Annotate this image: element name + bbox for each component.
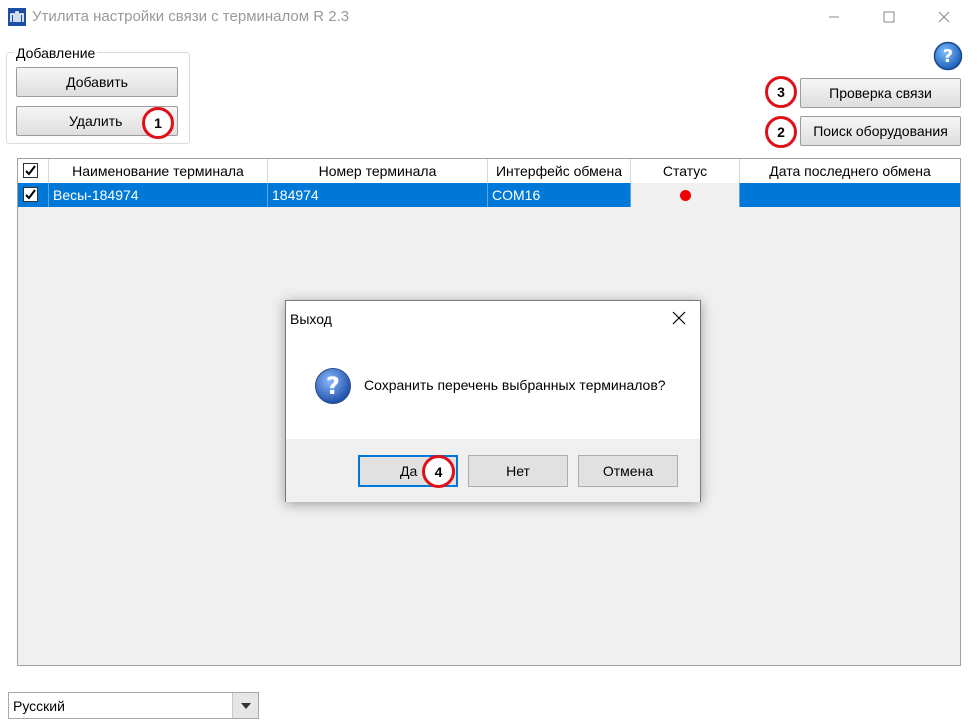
cancel-button[interactable]: Отмена: [578, 455, 678, 487]
column-header-name[interactable]: Наименование терминала: [49, 159, 268, 183]
exit-dialog: Выход ? Сохранить перечень выбранных тер…: [285, 300, 701, 502]
check-icon: [25, 165, 36, 176]
dropdown-arrow-button[interactable]: [232, 693, 258, 718]
cell-last-exchange[interactable]: [740, 183, 960, 207]
column-header-last-exchange[interactable]: Дата последнего обмена: [740, 159, 960, 183]
status-red-dot-icon: [680, 190, 691, 201]
cell-status[interactable]: [631, 183, 740, 207]
check-connection-button[interactable]: Проверка связи: [800, 78, 961, 108]
language-select[interactable]: Русский: [8, 692, 259, 719]
row-checkbox[interactable]: [23, 187, 38, 202]
yes-button-label: Да: [400, 463, 418, 479]
maximize-button[interactable]: [866, 0, 912, 34]
close-window-button[interactable]: [921, 0, 967, 34]
cell-number[interactable]: 184974: [268, 183, 488, 207]
no-button[interactable]: Нет: [468, 455, 568, 487]
header-checkbox-cell: [18, 159, 49, 183]
minimize-button[interactable]: [811, 0, 857, 34]
title-bar: Утилита настройки связи с терминалом R 2…: [0, 0, 977, 34]
close-icon: [672, 311, 686, 325]
marker-1: 1: [142, 107, 174, 139]
svg-text:?: ?: [326, 372, 340, 400]
marker-4: 4: [422, 455, 455, 488]
question-icon: ?: [315, 368, 351, 404]
select-all-checkbox[interactable]: [23, 163, 38, 178]
search-equipment-button[interactable]: Поиск оборудования: [800, 116, 961, 146]
column-header-status[interactable]: Статус: [631, 159, 740, 183]
dialog-title: Выход: [290, 311, 332, 327]
svg-text:?: ?: [943, 46, 953, 67]
dialog-footer: Да Нет Отмена: [286, 439, 700, 502]
marker-3: 3: [765, 76, 797, 108]
delete-button-label: Удалить: [69, 113, 123, 129]
column-header-interface[interactable]: Интерфейс обмена: [488, 159, 631, 183]
dialog-close-button[interactable]: [668, 307, 690, 329]
add-group-label: Добавление: [14, 45, 98, 61]
check-icon: [25, 189, 36, 200]
close-icon: [938, 11, 950, 23]
window-title: Утилита настройки связи с терминалом R 2…: [32, 8, 350, 25]
table-header: Наименование терминала Номер терминала И…: [18, 159, 960, 184]
dialog-message: Сохранить перечень выбранных терминалов?: [364, 377, 666, 393]
row-checkbox-cell: [18, 183, 49, 207]
cell-interface[interactable]: COM16: [488, 183, 631, 207]
chevron-down-icon: [240, 702, 251, 709]
minimize-icon: [829, 16, 839, 18]
maximize-icon: [883, 11, 895, 23]
app-terminal-icon: [8, 8, 26, 26]
add-button[interactable]: Добавить: [16, 67, 178, 97]
marker-2: 2: [765, 116, 797, 148]
help-icon[interactable]: ?: [933, 41, 963, 71]
table-row[interactable]: Весы-184974 184974 COM16: [18, 183, 960, 207]
column-header-number[interactable]: Номер терминала: [268, 159, 488, 183]
language-selected-value: Русский: [13, 698, 65, 714]
cell-name[interactable]: Весы-184974: [49, 183, 268, 207]
